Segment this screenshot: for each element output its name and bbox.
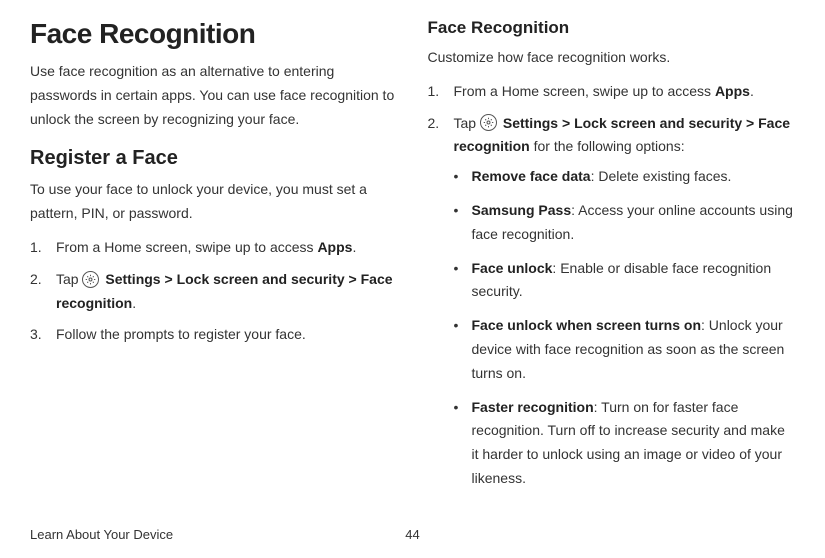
step-text: Follow the prompts to register your face… bbox=[56, 326, 306, 342]
settings-label: Settings bbox=[503, 115, 558, 131]
step-text: From a Home screen, swipe up to access bbox=[56, 239, 317, 255]
register-intro: To use your face to unlock your device, … bbox=[30, 178, 398, 226]
page-number: 44 bbox=[405, 527, 419, 542]
lock-screen-label: Lock screen and security bbox=[177, 271, 345, 287]
settings-icon bbox=[480, 114, 497, 131]
face-recognition-subheading: Face Recognition bbox=[428, 18, 796, 38]
apps-label: Apps bbox=[715, 83, 750, 99]
option-label: Faster recognition bbox=[472, 399, 594, 415]
customize-intro: Customize how face recognition works. bbox=[428, 46, 796, 70]
customize-step-2: Tap Settings > Lock screen and security … bbox=[428, 112, 796, 491]
step-text: Tap bbox=[56, 271, 82, 287]
option-label: Samsung Pass bbox=[472, 202, 572, 218]
step-text: for the following options: bbox=[530, 138, 685, 154]
breadcrumb-sep: > bbox=[161, 271, 177, 287]
breadcrumb-sep: > bbox=[742, 115, 758, 131]
page-title: Face Recognition bbox=[30, 18, 398, 50]
customize-step-1: From a Home screen, swipe up to access A… bbox=[428, 80, 796, 104]
register-step-1: From a Home screen, swipe up to access A… bbox=[30, 236, 398, 260]
options-list: Remove face data: Delete existing faces.… bbox=[454, 165, 796, 491]
option-face-unlock: Face unlock: Enable or disable face reco… bbox=[454, 257, 796, 305]
option-label: Face unlock when screen turns on bbox=[472, 317, 702, 333]
lock-screen-label: Lock screen and security bbox=[574, 115, 742, 131]
left-column: Face Recognition Use face recognition as… bbox=[30, 18, 398, 501]
option-remove-face-data: Remove face data: Delete existing faces. bbox=[454, 165, 796, 189]
register-step-3: Follow the prompts to register your face… bbox=[30, 323, 398, 347]
option-samsung-pass: Samsung Pass: Access your online account… bbox=[454, 199, 796, 247]
customize-steps: From a Home screen, swipe up to access A… bbox=[428, 80, 796, 491]
step-text: . bbox=[132, 295, 136, 311]
page-footer: Learn About Your Device 44 bbox=[30, 527, 795, 542]
option-face-unlock-screen-on: Face unlock when screen turns on: Unlock… bbox=[454, 314, 796, 385]
settings-label: Settings bbox=[105, 271, 160, 287]
step-text: Tap bbox=[454, 115, 480, 131]
option-desc: : Delete existing faces. bbox=[591, 168, 732, 184]
option-faster-recognition: Faster recognition: Turn on for faster f… bbox=[454, 396, 796, 491]
register-steps: From a Home screen, swipe up to access A… bbox=[30, 236, 398, 347]
right-column: Face Recognition Customize how face reco… bbox=[428, 18, 796, 501]
apps-label: Apps bbox=[317, 239, 352, 255]
step-text: . bbox=[750, 83, 754, 99]
register-face-heading: Register a Face bbox=[30, 147, 398, 170]
option-label: Face unlock bbox=[472, 260, 553, 276]
step-text: . bbox=[352, 239, 356, 255]
breadcrumb-sep: > bbox=[558, 115, 574, 131]
settings-icon bbox=[82, 271, 99, 288]
intro-text: Use face recognition as an alternative t… bbox=[30, 60, 398, 131]
register-step-2: Tap Settings > Lock screen and security … bbox=[30, 268, 398, 316]
breadcrumb-sep: > bbox=[345, 271, 361, 287]
option-label: Remove face data bbox=[472, 168, 591, 184]
step-text: From a Home screen, swipe up to access bbox=[454, 83, 715, 99]
